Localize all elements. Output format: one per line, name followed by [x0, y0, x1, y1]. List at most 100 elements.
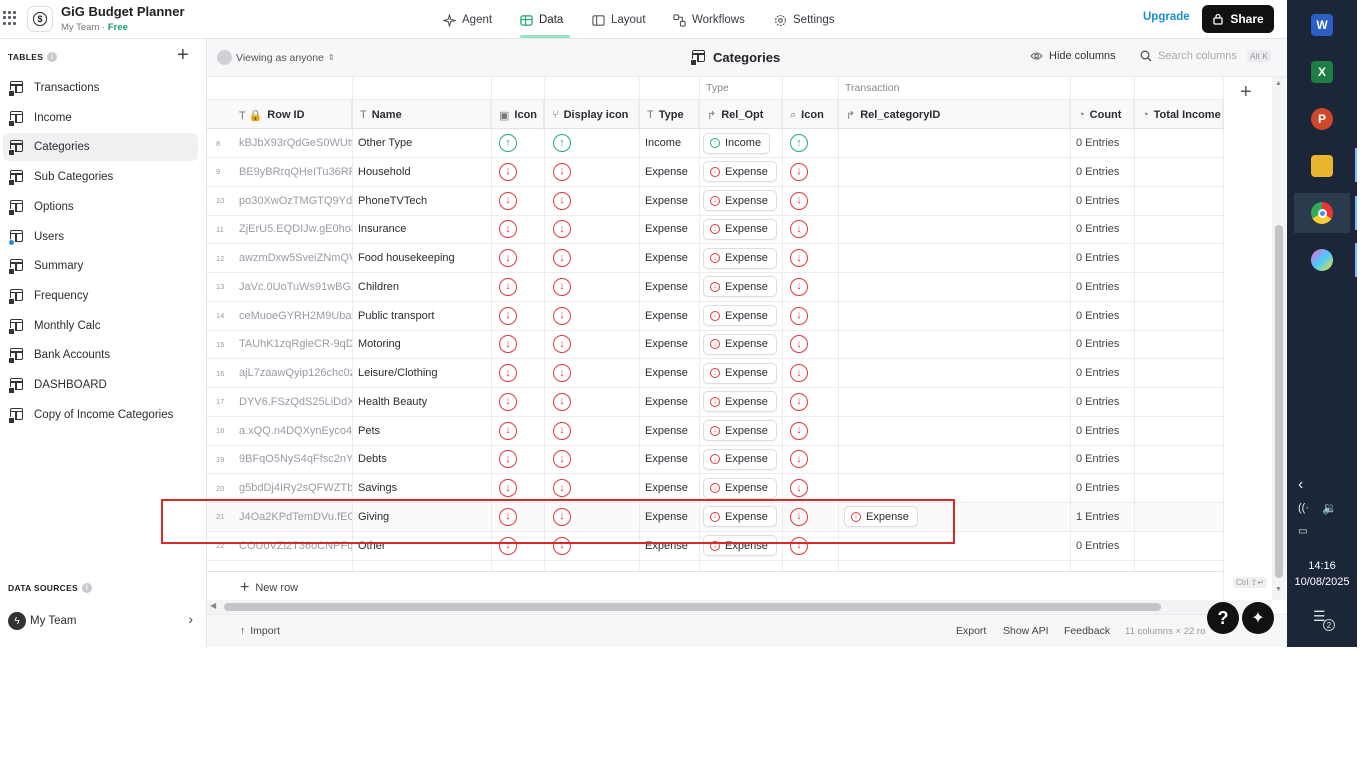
icon-cell[interactable]: ↓: [493, 302, 546, 330]
upgrade-link[interactable]: Upgrade: [1143, 11, 1190, 23]
sidebar-item-monthly-calc[interactable]: Monthly Calc: [3, 312, 198, 340]
vertical-scrollbar[interactable]: ▲ ▼: [1272, 77, 1286, 600]
icon-cell[interactable]: ↓: [493, 187, 546, 215]
icon-cell[interactable]: ↓: [493, 474, 546, 502]
type-cell[interactable]: Expense: [639, 215, 699, 243]
relation-chip[interactable]: ↓ Expense: [844, 506, 918, 528]
display-icon-cell[interactable]: ↓: [547, 330, 642, 358]
apps-grid-icon[interactable]: [3, 11, 17, 25]
row-id-cell[interactable]: TAUhK1zqRgieCR-9qDF: [233, 330, 352, 358]
scroll-up-icon[interactable]: ▲: [1275, 80, 1282, 87]
name-cell[interactable]: Public transport: [352, 302, 491, 330]
type-cell[interactable]: Income: [639, 129, 699, 157]
rel-opt-cell[interactable]: ↓ Expense: [697, 244, 780, 272]
icon-cell[interactable]: ↓: [493, 158, 546, 186]
wifi-icon[interactable]: ((·: [1298, 502, 1309, 514]
display-icon-cell[interactable]: ↓: [547, 388, 642, 416]
display-icon-cell[interactable]: ↓: [547, 244, 642, 272]
type-cell[interactable]: Expense: [639, 244, 699, 272]
name-cell[interactable]: Giving: [352, 503, 491, 531]
icon-cell[interactable]: ↓: [493, 445, 546, 473]
type-cell[interactable]: Expense: [639, 187, 699, 215]
import-button[interactable]: ↑ Import: [240, 625, 280, 637]
display-icon-cell[interactable]: ↓: [547, 474, 642, 502]
icon-lookup-cell[interactable]: ↓: [784, 532, 840, 560]
powerpoint-app[interactable]: P: [1294, 99, 1350, 139]
name-cell[interactable]: Food housekeeping: [352, 244, 491, 272]
name-cell[interactable]: Other: [352, 532, 491, 560]
icon-cell[interactable]: ↓: [493, 503, 546, 531]
column-header-rel-opt[interactable]: ↱ Rel_Opt: [699, 100, 782, 130]
taskbar-clock[interactable]: 14:16 10/08/2025: [1287, 558, 1357, 590]
sidebar-item-dashboard[interactable]: DASHBOARD: [3, 371, 198, 399]
icon-lookup-cell[interactable]: ↓: [784, 302, 840, 330]
name-cell[interactable]: Leisure/Clothing: [352, 359, 491, 387]
name-cell[interactable]: Household: [352, 158, 491, 186]
count-cell[interactable]: 0 Entries: [1070, 359, 1134, 387]
nav-tab-data[interactable]: Data: [520, 11, 563, 29]
info-icon[interactable]: i: [47, 52, 58, 62]
column-header-total-income[interactable]: ◔ Total Income: [1134, 100, 1223, 130]
count-cell[interactable]: 0 Entries: [1070, 158, 1134, 186]
relation-chip[interactable]: ↓ Expense: [703, 305, 777, 326]
icon-cell[interactable]: ↓: [493, 330, 546, 358]
sidebar-item-frequency[interactable]: Frequency: [3, 282, 198, 310]
add-column-button[interactable]: +: [1240, 81, 1252, 104]
type-cell[interactable]: Expense: [639, 474, 699, 502]
file-explorer-app[interactable]: [1294, 146, 1350, 186]
icon-lookup-cell[interactable]: ↓: [784, 330, 840, 358]
icon-cell[interactable]: ↓: [493, 532, 546, 560]
icon-lookup-cell[interactable]: ↑: [784, 129, 840, 157]
search-columns-input[interactable]: Search columns Alt K: [1140, 50, 1271, 62]
battery-icon[interactable]: ▭: [1298, 526, 1307, 537]
count-cell[interactable]: 0 Entries: [1070, 474, 1134, 502]
type-cell[interactable]: Expense: [639, 445, 699, 473]
scrollbar-thumb[interactable]: [1275, 225, 1283, 578]
icon-lookup-cell[interactable]: ↓: [784, 244, 840, 272]
name-cell[interactable]: Debts: [352, 445, 491, 473]
scrollbar-thumb[interactable]: [224, 603, 1161, 611]
relation-chip[interactable]: ↓ Expense: [703, 448, 777, 470]
icon-lookup-cell[interactable]: ↓: [784, 187, 840, 215]
nav-tab-settings[interactable]: Settings: [774, 11, 835, 29]
rel-opt-cell[interactable]: ↓ Expense: [697, 503, 780, 531]
sidebar-item-copy-of-income-categories[interactable]: Copy of Income Categories: [3, 401, 198, 429]
display-icon-cell[interactable]: ↑: [547, 129, 642, 157]
row-id-cell[interactable]: awzmDxw5SveiZNmQV: [233, 244, 352, 272]
rel-opt-cell[interactable]: ↑ Income: [697, 129, 780, 157]
column-header-display-icon[interactable]: ⑂ Display icon: [544, 100, 639, 130]
excel-app[interactable]: X: [1294, 52, 1350, 92]
volume-icon[interactable]: 🔉: [1322, 501, 1337, 515]
relation-chip[interactable]: ↓ Expense: [703, 247, 777, 269]
display-icon-cell[interactable]: ↓: [547, 273, 642, 301]
rel-opt-cell[interactable]: ↓ Expense: [697, 330, 780, 358]
type-cell[interactable]: Expense: [639, 532, 699, 560]
row-id-cell[interactable]: JaVc.0UoTuWs91wBGx: [233, 273, 352, 301]
sidebar-item-bank-accounts[interactable]: Bank Accounts: [3, 341, 198, 369]
icon-cell[interactable]: ↓: [493, 388, 546, 416]
scroll-down-icon[interactable]: ▼: [1275, 586, 1282, 593]
name-cell[interactable]: Insurance: [352, 215, 491, 243]
column-header-name[interactable]: T Name: [352, 100, 491, 130]
column-header-rowid[interactable]: T 🔒 Row ID: [207, 100, 352, 130]
feedback-link[interactable]: Feedback: [1064, 625, 1110, 637]
rel-opt-cell[interactable]: ↓ Expense: [697, 417, 780, 445]
data-source-my-team[interactable]: ϟ My Team ›: [8, 611, 193, 631]
row-id-cell[interactable]: 9BFqO5NyS4qFfsc2nY: [233, 445, 352, 473]
paint-app[interactable]: [1294, 240, 1350, 280]
relation-chip[interactable]: ↓ Expense: [703, 218, 777, 240]
rel-opt-cell[interactable]: ↓ Expense: [697, 474, 780, 502]
display-icon-cell[interactable]: ↓: [547, 417, 642, 445]
relation-chip[interactable]: ↓ Expense: [703, 535, 777, 556]
row-id-cell[interactable]: COU0VZi2T36oCNPFq: [233, 532, 352, 560]
viewing-as-selector[interactable]: Viewing as anyone ⇕: [217, 50, 335, 65]
type-cell[interactable]: Expense: [639, 388, 699, 416]
relation-chip[interactable]: ↓ Expense: [703, 276, 777, 298]
sidebar-item-transactions[interactable]: Transactions: [3, 74, 198, 102]
count-cell[interactable]: 0 Entries: [1070, 302, 1134, 330]
rel-opt-cell[interactable]: ↓ Expense: [697, 388, 780, 416]
sidebar-item-options[interactable]: Options: [3, 193, 198, 221]
display-icon-cell[interactable]: ↓: [547, 187, 642, 215]
icon-lookup-cell[interactable]: ↓: [784, 474, 840, 502]
relation-chip[interactable]: ↓ Expense: [703, 391, 777, 413]
